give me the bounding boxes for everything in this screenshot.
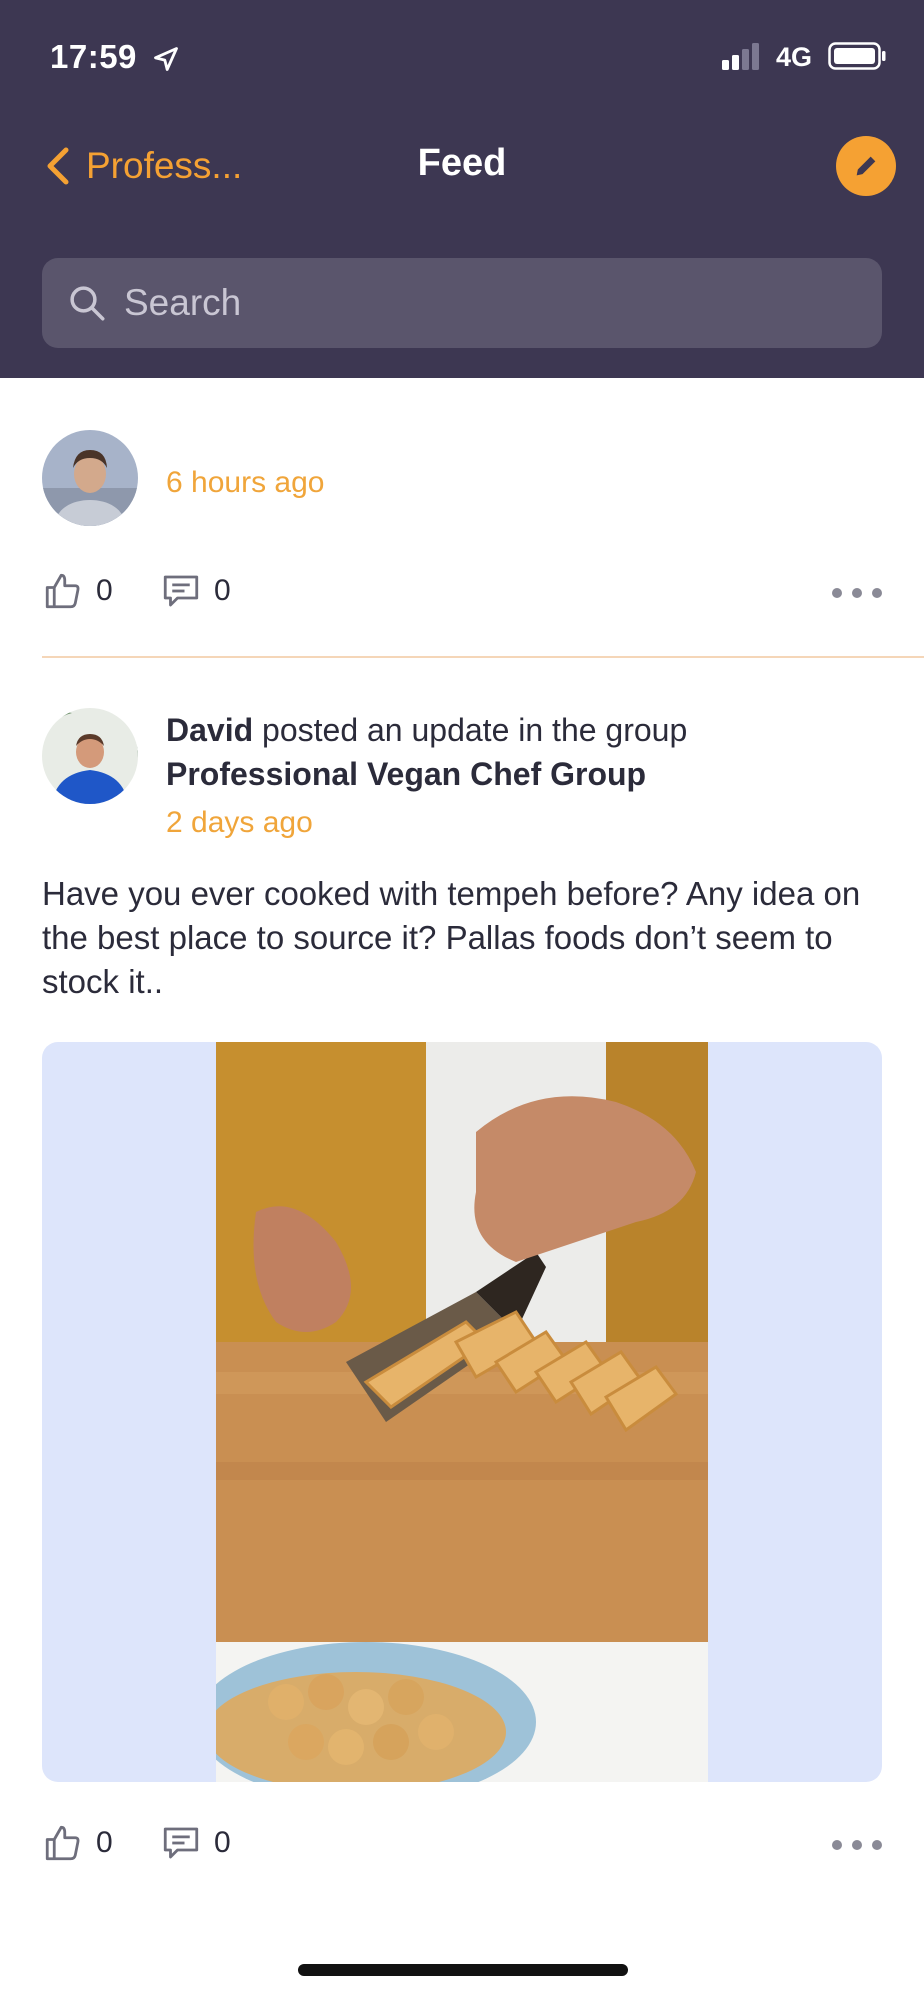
thumbs-up-icon xyxy=(45,1825,80,1861)
app-header: 17:59 4G Profess... Feed xyxy=(0,0,924,378)
post-actions: 0 0 xyxy=(42,570,882,620)
avatar-photo xyxy=(42,708,138,804)
search-bar[interactable] xyxy=(42,258,882,348)
like-button[interactable]: 0 xyxy=(42,1822,113,1864)
signal-icon xyxy=(722,43,759,70)
comment-icon xyxy=(163,1827,199,1859)
status-bar: 17:59 4G xyxy=(0,0,924,120)
battery-icon xyxy=(828,42,886,70)
like-button[interactable]: 0 xyxy=(42,570,113,612)
post-timestamp: 2 days ago xyxy=(166,806,313,839)
like-count: 0 xyxy=(96,574,113,607)
post-divider xyxy=(42,656,924,658)
post-actions: 0 0 xyxy=(42,1822,882,1872)
more-icon[interactable] xyxy=(832,580,882,606)
avatar-photo xyxy=(42,430,138,526)
pencil-icon xyxy=(856,156,876,176)
search-input[interactable] xyxy=(124,282,844,324)
home-indicator[interactable] xyxy=(298,1964,628,1976)
comment-icon xyxy=(163,575,199,607)
post-timestamp: 6 hours ago xyxy=(166,466,325,499)
post-header: David posted an update in the group Prof… xyxy=(166,708,886,796)
post-action-text: posted an update in the group xyxy=(253,712,688,748)
post-body: Have you ever cooked with tempeh before?… xyxy=(42,875,861,1000)
page-title: Feed xyxy=(417,142,507,184)
author-name[interactable]: David xyxy=(166,712,253,748)
comment-button[interactable]: 0 xyxy=(160,570,231,612)
search-icon xyxy=(70,286,105,321)
post-media[interactable] xyxy=(42,1042,882,1782)
avatar[interactable] xyxy=(42,430,138,526)
location-arrow-icon xyxy=(154,47,178,71)
status-time: 17:59 xyxy=(50,38,137,75)
post-photo xyxy=(216,1042,708,1782)
comment-button[interactable]: 0 xyxy=(160,1822,231,1864)
avatar[interactable] xyxy=(42,708,138,804)
nav-bar: Profess... Feed xyxy=(0,130,924,200)
comment-count: 0 xyxy=(214,574,231,607)
network-type: 4G xyxy=(776,42,813,72)
compose-button[interactable] xyxy=(836,136,896,196)
like-count: 0 xyxy=(96,1826,113,1859)
comment-count: 0 xyxy=(214,1826,231,1859)
more-icon[interactable] xyxy=(832,1832,882,1858)
thumbs-up-icon xyxy=(45,573,80,609)
group-name[interactable]: Professional Vegan Chef Group xyxy=(166,756,646,792)
